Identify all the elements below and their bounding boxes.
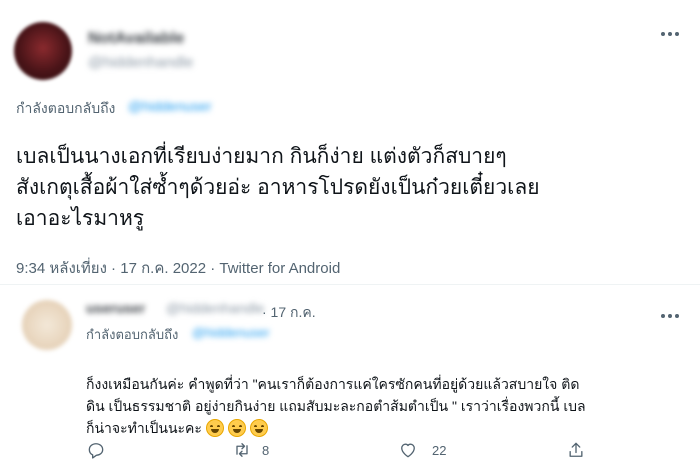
reply-author-avatar[interactable] [22, 300, 72, 350]
author-handle[interactable]: @hiddenhandle [88, 54, 193, 71]
heart-icon [401, 443, 415, 458]
like-action[interactable]: 22 [398, 440, 446, 460]
replying-to-handle[interactable]: @hiddenuser [128, 98, 212, 114]
tweet-text: เบลเป็นนางเอกที่เรียบง่ายมาก กินก็ง่าย แ… [16, 145, 540, 230]
replying-to-text: กำลังตอบกลับถึง [16, 100, 116, 116]
retweet-icon [236, 443, 248, 457]
grinning-squinting-face-emoji-icon [205, 419, 224, 437]
replying-to-label: กำลังตอบกลับถึง [16, 98, 115, 120]
share-icon [569, 442, 583, 457]
reply-action[interactable] [86, 440, 106, 460]
reply-text: ก็งงเหมือนกันค่ะ คำพูดที่ว่า "คนเราก็ต้อ… [86, 351, 686, 439]
reply-author-name[interactable]: useruser [86, 300, 145, 316]
divider [0, 284, 700, 285]
reply-author-handle[interactable]: @hiddenhandle [166, 300, 264, 316]
retweet-action[interactable]: 8 [232, 440, 269, 460]
reply-replying-to-text: กำลังตอบกลับถึง [86, 327, 179, 342]
author-avatar[interactable] [14, 22, 72, 80]
reply-icon [88, 443, 104, 459]
share-action[interactable] [566, 440, 586, 460]
grinning-squinting-face-emoji-icon [249, 419, 268, 437]
grinning-squinting-face-emoji-icon [227, 419, 246, 437]
tweet-timestamp[interactable]: 9:34 หลังเที่ยง · 17 ก.ค. 2022 · Twitter… [16, 256, 340, 280]
retweet-count: 8 [262, 442, 270, 458]
reply-replying-to-handle[interactable]: @hiddenuser [192, 325, 270, 340]
author-display-name[interactable]: NotAvailable [88, 30, 184, 48]
reply-body: ก็งงเหมือนกันค่ะ คำพูดที่ว่า "คนเราก็ต้อ… [86, 376, 586, 436]
more-dots-icon[interactable] [658, 26, 682, 42]
like-count: 22 [432, 442, 447, 458]
reply-date[interactable]: · 17 ก.ค. [262, 302, 316, 324]
reply-more-dots-icon[interactable] [658, 308, 682, 324]
reply-replying-to-label: กำลังตอบกลับถึง [86, 324, 178, 345]
